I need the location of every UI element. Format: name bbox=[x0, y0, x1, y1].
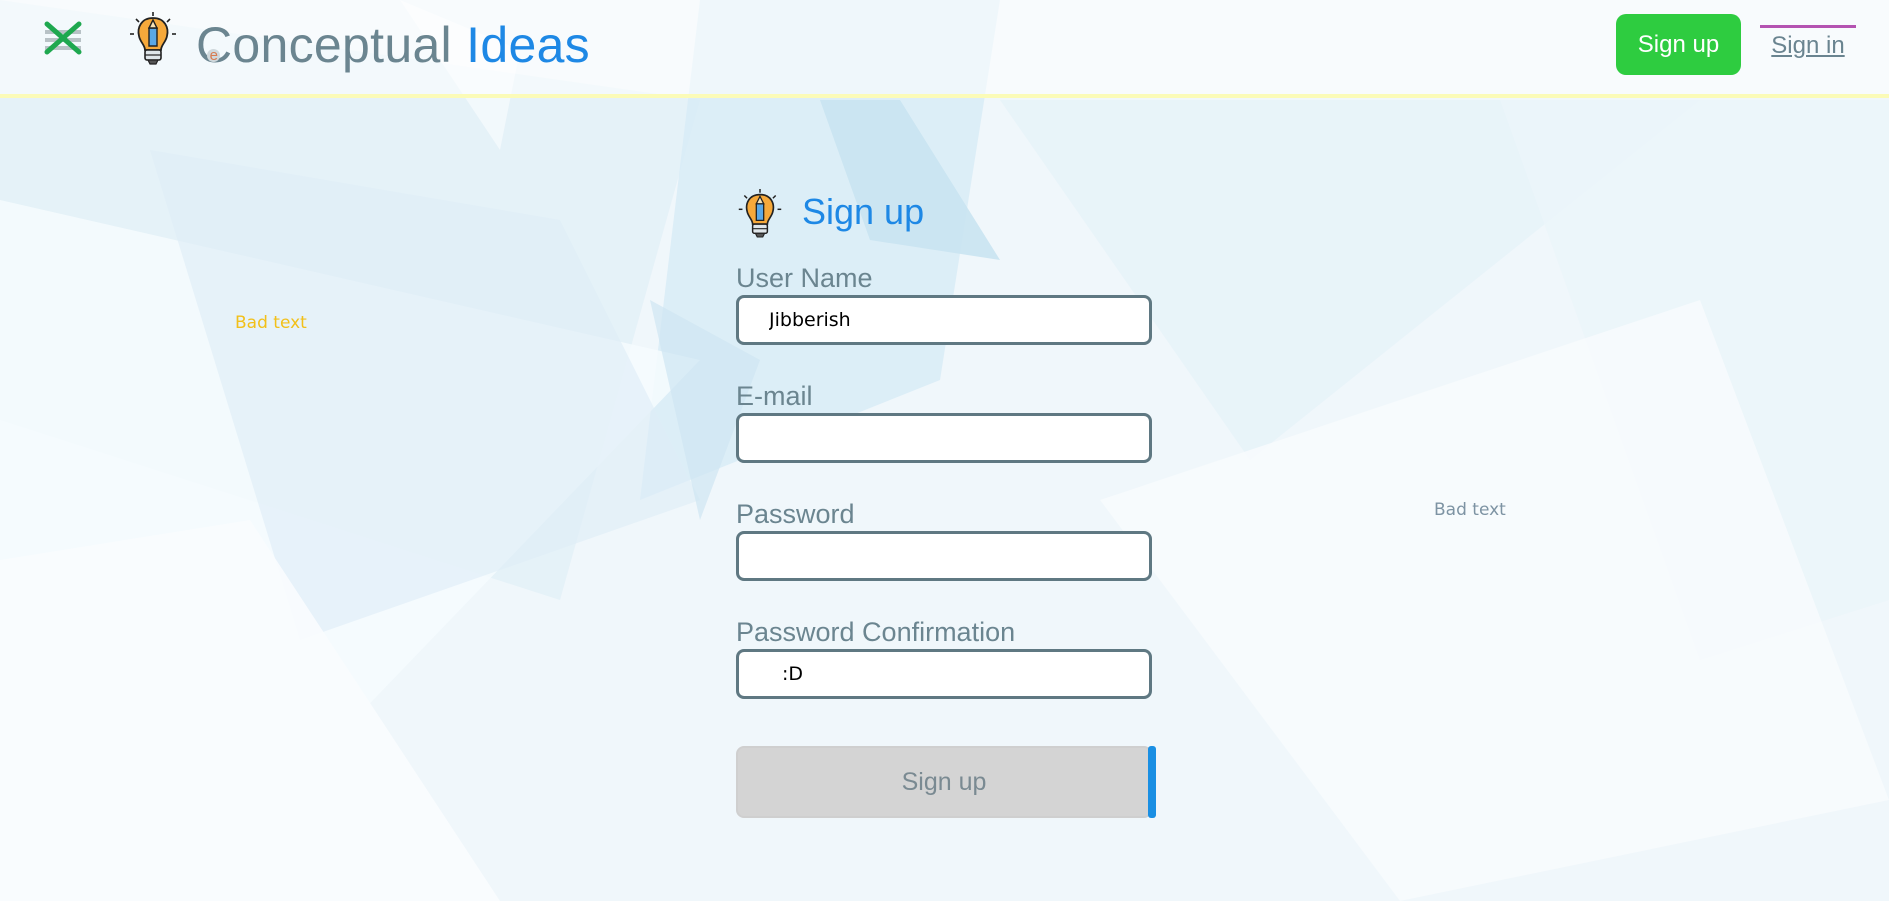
email-label: E-mail bbox=[736, 381, 813, 411]
header-signup-button[interactable]: Sign up bbox=[1616, 14, 1741, 75]
username-label: User Name bbox=[736, 263, 873, 293]
signup-submit-label: Sign up bbox=[901, 767, 987, 796]
close-menu-icon[interactable] bbox=[41, 18, 85, 58]
stray-text-right: Bad text bbox=[1434, 500, 1506, 520]
signup-submit-button[interactable]: Sign up bbox=[736, 746, 1156, 818]
brand-conceptual: onceptual bbox=[232, 17, 452, 73]
password-field[interactable] bbox=[736, 531, 1152, 581]
lightbulb-pencil-icon bbox=[130, 12, 176, 65]
form-title: Sign up bbox=[802, 191, 925, 232]
password-label: Password bbox=[736, 499, 855, 529]
password-confirmation-label: Password Confirmation bbox=[736, 617, 1016, 647]
stray-text-left: Bad text bbox=[235, 313, 307, 333]
username-field[interactable] bbox=[736, 295, 1152, 345]
focus-indicator bbox=[1148, 746, 1156, 818]
email-field[interactable] bbox=[736, 413, 1152, 463]
top-header: Ce onceptual Ideas Sign up Sign in bbox=[0, 0, 1889, 98]
header-signin-link[interactable]: Sign in bbox=[1760, 25, 1856, 65]
brand-letter-c: C bbox=[196, 17, 233, 73]
signup-form: Sign up User Name E-mail Password Passwo… bbox=[736, 187, 1156, 818]
lightbulb-pencil-icon bbox=[738, 189, 782, 238]
brand-ideas: Ideas bbox=[466, 17, 590, 73]
password-confirmation-field[interactable] bbox=[736, 649, 1152, 699]
brand-title: Ce onceptual Ideas bbox=[196, 14, 590, 76]
form-header: Sign up bbox=[736, 187, 1152, 243]
